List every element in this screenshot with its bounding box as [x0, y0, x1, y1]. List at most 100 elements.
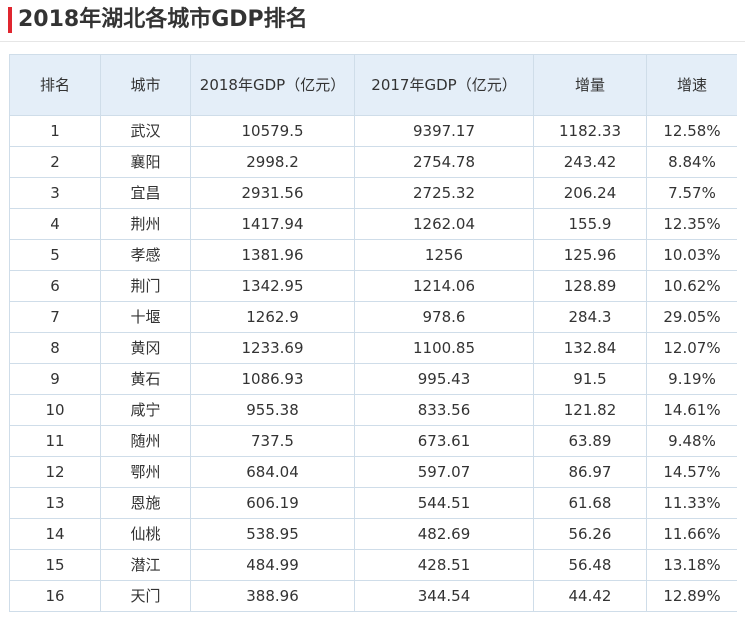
cell-city: 襄阳	[100, 146, 191, 178]
cell-city: 咸宁	[100, 394, 191, 426]
cell-growth-rate: 11.66%	[646, 518, 737, 550]
cell-growth-rate: 14.57%	[646, 456, 737, 488]
cell-rank: 10	[9, 394, 101, 426]
cell-increase: 125.96	[533, 239, 647, 271]
cell-increase: 243.42	[533, 146, 647, 178]
cell-gdp-2017: 978.6	[354, 301, 534, 333]
cell-city: 黄冈	[100, 332, 191, 364]
cell-rank: 1	[9, 115, 101, 147]
cell-growth-rate: 12.58%	[646, 115, 737, 147]
cell-gdp-2017: 544.51	[354, 487, 534, 519]
column-header-increase: 增量	[533, 54, 647, 116]
cell-rank: 13	[9, 487, 101, 519]
cell-rank: 12	[9, 456, 101, 488]
cell-rank: 4	[9, 208, 101, 240]
cell-increase: 86.97	[533, 456, 647, 488]
cell-gdp-2017: 344.54	[354, 580, 534, 612]
cell-city: 荆州	[100, 208, 191, 240]
table-row: 2 襄阳 2998.2 2754.78 243.42 8.84%	[9, 146, 737, 178]
cell-gdp-2017: 428.51	[354, 549, 534, 581]
cell-gdp-2018: 10579.5	[190, 115, 355, 147]
gdp-table-container: 排名 城市 2018年GDP（亿元） 2017年GDP（亿元） 增量 增速 1武…	[9, 54, 737, 617]
cell-rank: 6	[9, 270, 101, 302]
cell-gdp-2018: 538.95	[190, 518, 355, 550]
title-accent-bar	[8, 7, 12, 33]
cell-rank: 9	[9, 363, 101, 395]
cell-city: 潜江	[100, 549, 191, 581]
cell-gdp-2018: 1086.93	[190, 363, 355, 395]
cell-gdp-2018: 737.5	[190, 425, 355, 457]
cell-growth-rate: 14.61%	[646, 394, 737, 426]
cell-city: 孝感	[100, 239, 191, 271]
cell-increase: 44.42	[533, 580, 647, 612]
cell-gdp-2018: 1417.94	[190, 208, 355, 240]
cell-gdp-2018: 684.04	[190, 456, 355, 488]
cell-city: 武汉	[100, 115, 191, 147]
table-row: 8 黄冈 1233.69 1100.85 132.84 12.07%	[9, 332, 737, 364]
cell-gdp-2017: 1262.04	[354, 208, 534, 240]
cell-city: 恩施	[100, 487, 191, 519]
table-header-row: 排名 城市 2018年GDP（亿元） 2017年GDP（亿元） 增量 增速	[9, 54, 737, 116]
cell-growth-rate: 12.35%	[646, 208, 737, 240]
page-title: 2018年湖北各城市GDP排名	[18, 7, 308, 32]
cell-increase: 121.82	[533, 394, 647, 426]
table-row: 12 鄂州 684.04 597.07 86.97 14.57%	[9, 456, 737, 488]
cell-rank: 8	[9, 332, 101, 364]
table-row: 1 武汉 10579.5 9397.17 1182.33 12.58%	[9, 115, 737, 147]
cell-gdp-2017: 995.43	[354, 363, 534, 395]
table-row: 15 潜江 484.99 428.51 56.48 13.18%	[9, 549, 737, 581]
cell-rank: 3	[9, 177, 101, 209]
cell-rank: 16	[9, 580, 101, 612]
cell-gdp-2018: 1381.96	[190, 239, 355, 271]
cell-increase: 91.5	[533, 363, 647, 395]
cell-gdp-2017: 9397.17	[354, 115, 534, 147]
table-row: 7 十堰 1262.9 978.6 284.3 29.05%	[9, 301, 737, 333]
table-row: 11 随州 737.5 673.61 63.89 9.48%	[9, 425, 737, 457]
cell-gdp-2017: 1256	[354, 239, 534, 271]
column-header-city: 城市	[100, 54, 191, 116]
cell-increase: 206.24	[533, 177, 647, 209]
cell-city: 仙桃	[100, 518, 191, 550]
cell-increase: 63.89	[533, 425, 647, 457]
cell-growth-rate: 10.62%	[646, 270, 737, 302]
cell-gdp-2018: 1342.95	[190, 270, 355, 302]
cell-rank: 2	[9, 146, 101, 178]
cell-gdp-2017: 1100.85	[354, 332, 534, 364]
cell-growth-rate: 9.19%	[646, 363, 737, 395]
cell-gdp-2018: 1233.69	[190, 332, 355, 364]
cell-gdp-2017: 597.07	[354, 456, 534, 488]
cell-rank: 15	[9, 549, 101, 581]
table-row: 9 黄石 1086.93 995.43 91.5 9.19%	[9, 363, 737, 395]
cell-growth-rate: 12.07%	[646, 332, 737, 364]
column-header-rank: 排名	[9, 54, 101, 116]
cell-gdp-2017: 2725.32	[354, 177, 534, 209]
cell-gdp-2018: 2998.2	[190, 146, 355, 178]
cell-city: 天门	[100, 580, 191, 612]
table-row: 6 荆门 1342.95 1214.06 128.89 10.62%	[9, 270, 737, 302]
table-row: 10 咸宁 955.38 833.56 121.82 14.61%	[9, 394, 737, 426]
column-header-growth-rate: 增速	[646, 54, 737, 116]
cell-gdp-2017: 482.69	[354, 518, 534, 550]
cell-increase: 61.68	[533, 487, 647, 519]
cell-growth-rate: 29.05%	[646, 301, 737, 333]
table-body: 1 武汉 10579.5 9397.17 1182.33 12.58% 2 襄阳 2998.2 2…	[9, 115, 737, 612]
cell-gdp-2018: 606.19	[190, 487, 355, 519]
cell-gdp-2018: 2931.56	[190, 177, 355, 209]
cell-growth-rate: 9.48%	[646, 425, 737, 457]
table-row: 13 恩施 606.19 544.51 61.68 11.33%	[9, 487, 737, 519]
cell-gdp-2018: 1262.9	[190, 301, 355, 333]
gdp-ranking-table: 排名 城市 2018年GDP（亿元） 2017年GDP（亿元） 增量 增速 1武…	[9, 54, 737, 612]
cell-city: 随州	[100, 425, 191, 457]
column-header-gdp-2018: 2018年GDP（亿元）	[190, 54, 355, 116]
table-row: 14 仙桃 538.95 482.69 56.26 11.66%	[9, 518, 737, 550]
cell-growth-rate: 8.84%	[646, 146, 737, 178]
cell-increase: 284.3	[533, 301, 647, 333]
cell-city: 黄石	[100, 363, 191, 395]
table-row: 3 宜昌 2931.56 2725.32 206.24 7.57%	[9, 177, 737, 209]
cell-increase: 132.84	[533, 332, 647, 364]
cell-growth-rate: 11.33%	[646, 487, 737, 519]
cell-gdp-2018: 955.38	[190, 394, 355, 426]
cell-rank: 11	[9, 425, 101, 457]
cell-increase: 128.89	[533, 270, 647, 302]
cell-rank: 7	[9, 301, 101, 333]
